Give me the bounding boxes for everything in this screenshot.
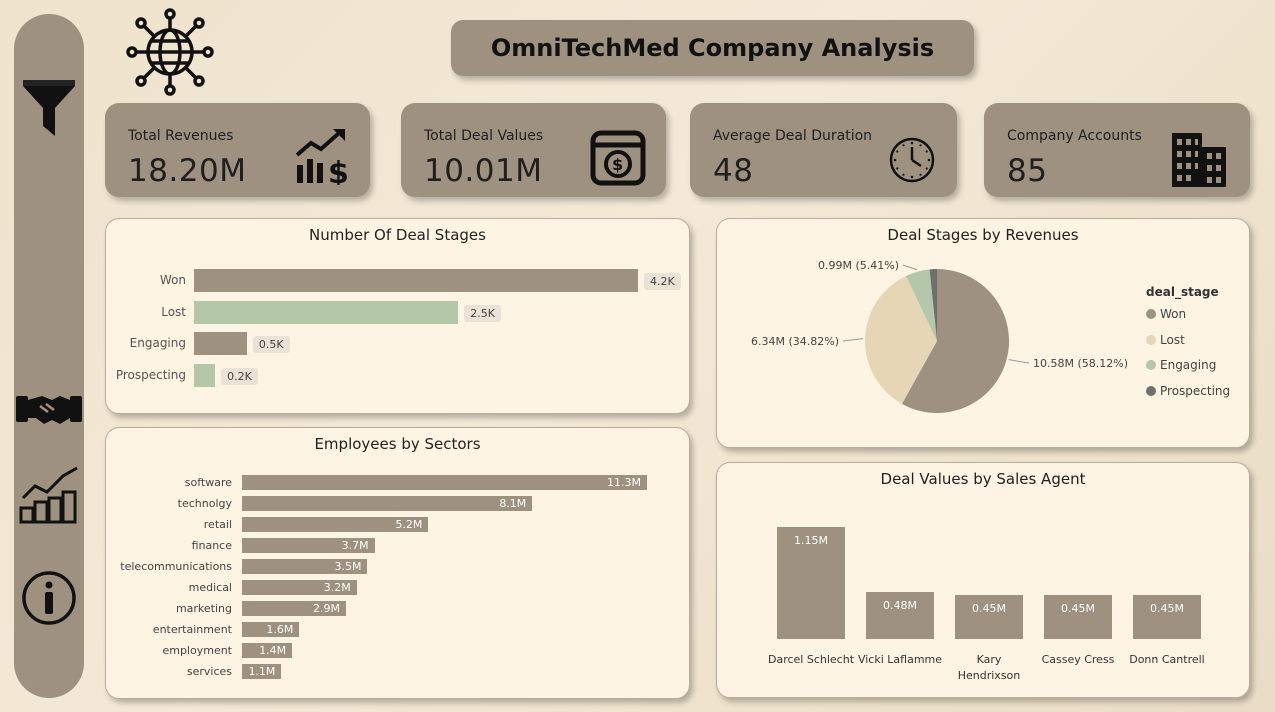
revenue-chart-icon: $ (295, 127, 353, 191)
bar-category-label: marketing (175, 602, 232, 615)
legend-item-lost[interactable]: Lost (1146, 333, 1185, 347)
growth-chart-icon[interactable] (14, 462, 84, 524)
bar-value-label: 1.1M (248, 665, 276, 678)
legend-dot (1146, 309, 1156, 319)
bar-category-label: Prospecting (115, 367, 186, 382)
svg-text:$: $ (612, 155, 623, 174)
legend-label: Engaging (1160, 358, 1217, 372)
legend-label: Lost (1160, 332, 1185, 347)
legend-title: deal_stage (1146, 285, 1219, 299)
chart-title: Deal Values by Sales Agent (880, 470, 1086, 488)
kpi-label: Company Accounts (1007, 128, 1142, 144)
bar-value-label: 0.48M (883, 599, 917, 613)
bar-category-label: finance (191, 539, 232, 552)
pie-data-label: 0.99M (5.41%) (818, 259, 899, 272)
bar-value-label: 1.6M (266, 623, 294, 636)
legend-dot (1146, 385, 1156, 396)
bar-category-label: Engaging (129, 336, 186, 350)
bar-value-label: 5.2M (395, 518, 423, 531)
bar-value-label: 0.5K (252, 336, 290, 353)
bar-value-label: 2.5K (464, 304, 501, 322)
kpi-value: 85 (1007, 153, 1048, 189)
kpi-label: Total Deal Values (424, 128, 544, 144)
handshake-icon[interactable] (14, 390, 84, 430)
sidebar (14, 14, 84, 698)
pie-data-label: 6.34M (34.82%) (751, 335, 839, 348)
pie-leader-line (842, 338, 864, 342)
bar-value-label: 0.45M (1061, 602, 1095, 616)
kpi-total-revenues: Total Revenues 18.20M $ (105, 103, 370, 197)
pie-leader-line (1008, 359, 1030, 364)
bar-category-label: retail (203, 518, 232, 531)
kpi-total-deal-values: Total Deal Values 10.01M $ (401, 103, 666, 197)
svg-text:$: $ (328, 156, 349, 185)
bar-category-label: telecommunications (120, 560, 232, 573)
bar-category-label: medical (188, 581, 232, 594)
bar-value-label: 11.3M (607, 476, 641, 489)
bar-category-label: Darcel Schlecht (767, 653, 855, 666)
bar-value-label: 0.45M (972, 602, 1006, 616)
bar-value-label: 0.45M (1150, 602, 1184, 616)
bar[interactable] (194, 332, 247, 355)
pie-leader-line (902, 264, 918, 271)
bar-category-label: Vicki Laflamme (857, 653, 943, 666)
legend-label: Prospecting (1160, 383, 1231, 398)
bar[interactable] (194, 363, 216, 387)
bar-category-label: Won (159, 273, 186, 287)
bar-value-label: 3.7M (341, 539, 369, 552)
bar-value-label: 8.1M (499, 497, 527, 510)
bar-value-label: 4.2K (644, 273, 681, 290)
deal-stages-revenue-panel: Deal Stages by Revenues 10.58M (58.12%) 6… (716, 218, 1250, 448)
info-icon[interactable] (14, 570, 84, 626)
bar-category-label: Donn Cantrell (1129, 653, 1205, 666)
kpi-value: 10.01M (424, 153, 543, 189)
bar[interactable] (194, 269, 638, 292)
legend-item-won[interactable]: Won (1146, 307, 1186, 321)
legend-dot (1146, 360, 1156, 370)
globe-network-icon (124, 6, 216, 96)
bar-value-label: 2.9M (312, 602, 340, 615)
bar-category-label: entertainment (152, 623, 232, 636)
legend-item-engaging[interactable]: Engaging (1146, 358, 1216, 372)
bar-category-label: Lost (161, 304, 186, 319)
legend-label: Won (1160, 307, 1187, 321)
page-title-text: OmniTechMed Company Analysis (490, 34, 935, 62)
building-icon (1170, 131, 1228, 193)
filter-icon[interactable] (14, 78, 84, 138)
bar-value-label: 3.5M (334, 560, 362, 573)
bar-category-label: software (184, 476, 232, 489)
page-title: OmniTechMed Company Analysis (451, 20, 974, 76)
chart-title: Employees by Sectors (314, 435, 481, 453)
clock-icon (888, 136, 936, 188)
bar-value-label: 1.15M (794, 534, 828, 547)
bar[interactable] (194, 300, 459, 324)
bar-category-label: services (186, 665, 232, 678)
legend-dot (1146, 334, 1156, 345)
kpi-label: Average Deal Duration (713, 128, 873, 144)
chart-title: Number Of Deal Stages (309, 226, 486, 244)
sales-agent-panel: Deal Values by Sales Agent 1.15M Darcel S… (716, 462, 1250, 698)
bar-category-label: employment (162, 644, 232, 657)
money-box-icon: $ (589, 129, 647, 191)
kpi-company-accounts: Company Accounts 85 (984, 103, 1250, 197)
bar-value-label: 1.4M (259, 644, 287, 657)
bar-value-label: 3.2M (323, 581, 351, 594)
bar-category-label: Kary Hendrixson (957, 653, 1021, 682)
kpi-value: 48 (713, 153, 754, 189)
bar-category-label: Cassey Cress (1041, 653, 1115, 666)
employees-sectors-panel: Employees by Sectors software 11.3M techno… (105, 427, 690, 699)
kpi-label: Total Revenues (128, 128, 234, 144)
kpi-value: 18.20M (128, 153, 247, 189)
legend-item-prospecting[interactable]: Prospecting (1146, 384, 1230, 398)
kpi-average-deal-duration: Average Deal Duration 48 (690, 103, 957, 197)
bar-category-label: technolgy (177, 497, 232, 510)
pie-data-label: 10.58M (58.12%) (1033, 357, 1128, 370)
deal-stages-count-panel: Number Of Deal Stages Won 4.2K Lost 2.5K Eng… (105, 218, 690, 414)
bar-value-label: 0.2K (221, 367, 258, 385)
